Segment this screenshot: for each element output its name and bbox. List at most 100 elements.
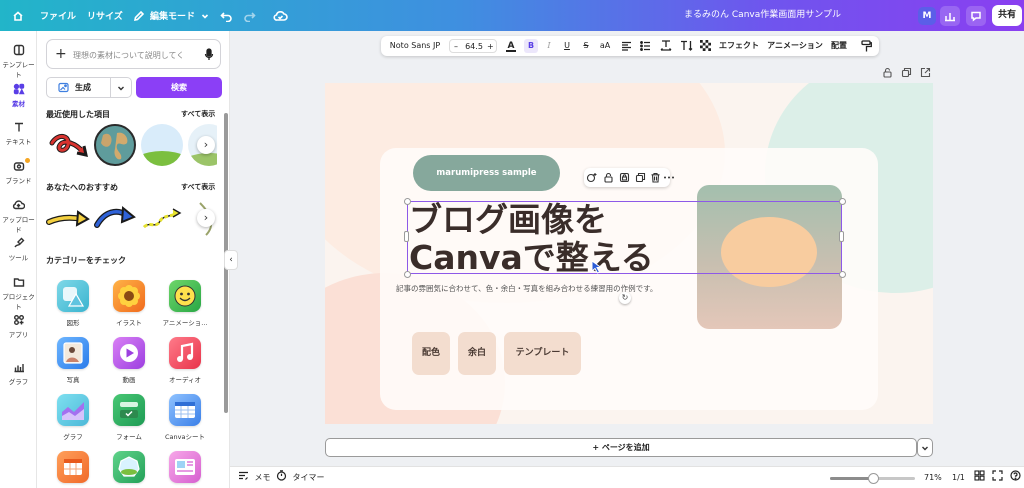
category-animations[interactable]: アニメーショ... <box>155 280 215 327</box>
more-options-icon[interactable] <box>663 172 675 183</box>
zoom-slider[interactable] <box>830 473 915 484</box>
red-arrow-sticker[interactable] <box>46 125 90 165</box>
home-button[interactable] <box>12 0 24 31</box>
notes-button[interactable]: メモ <box>238 467 271 488</box>
tag-color[interactable]: 配色 <box>412 332 450 375</box>
design-canvas[interactable]: marumipress sample ブログ画像を Canvaで整える 記事の雰… <box>325 83 933 424</box>
rotate-handle[interactable]: ↻ <box>619 292 631 304</box>
lock-page-icon[interactable] <box>882 67 893 78</box>
magic-sparkle-icon[interactable] <box>586 172 597 183</box>
add-page-dropdown[interactable] <box>917 438 933 457</box>
edit-mode-button[interactable]: 編集モード <box>133 0 210 31</box>
rail-item-apps[interactable]: アプリ <box>0 314 37 339</box>
resize-handle-right[interactable] <box>839 231 844 242</box>
animation-button[interactable]: アニメーション <box>767 36 823 56</box>
cloud-save-button[interactable] <box>273 0 288 31</box>
position-button[interactable]: 配置 <box>830 36 848 56</box>
italic-toggle[interactable]: I <box>543 36 555 56</box>
grid-view-button[interactable] <box>974 467 985 488</box>
rail-item-tools[interactable]: ツール <box>0 237 37 262</box>
category-charts[interactable]: グラフ <box>43 394 103 441</box>
tag-spacing[interactable]: 余白 <box>458 332 496 375</box>
share-button[interactable]: 共有 <box>992 5 1022 26</box>
trash-icon[interactable] <box>650 172 661 183</box>
user-avatar[interactable]: M <box>918 7 936 25</box>
undo-button[interactable] <box>220 0 233 31</box>
rail-item-templates[interactable]: テンプレート <box>0 44 37 79</box>
category-mockups[interactable] <box>155 451 215 488</box>
group-lock-icon[interactable] <box>619 172 630 183</box>
rail-item-brand[interactable]: ブランド <box>0 158 37 185</box>
transparency-button[interactable] <box>699 36 711 56</box>
category-audio[interactable]: オーディオ <box>155 337 215 384</box>
spacing-button[interactable] <box>660 36 672 56</box>
vertical-text-button[interactable] <box>679 36 693 56</box>
marumipress-pill[interactable]: marumipress sample <box>413 155 560 191</box>
list-button[interactable] <box>639 36 651 56</box>
case-toggle[interactable]: aA <box>598 36 612 56</box>
effects-button[interactable]: エフェクト <box>719 36 759 56</box>
recommend-next-arrow[interactable]: › <box>197 209 215 227</box>
category-forms[interactable]: フォーム <box>99 394 159 441</box>
insights-button[interactable] <box>940 6 960 26</box>
file-menu-button[interactable]: ファイル <box>40 0 76 31</box>
category-shapes[interactable]: 図形 <box>43 280 103 327</box>
element-search-box[interactable]: + 理想の素材について説明してく <box>46 39 221 69</box>
strikethrough-toggle[interactable]: S <box>580 36 592 56</box>
bold-toggle[interactable]: B <box>524 39 538 53</box>
duplicate-page-icon[interactable] <box>901 67 912 78</box>
rail-item-projects[interactable]: プロジェクト <box>0 276 37 311</box>
duplicate-icon[interactable] <box>635 172 646 183</box>
microphone-icon[interactable] <box>204 48 214 61</box>
yellow-doodle-arrow-sticker[interactable] <box>140 203 184 233</box>
text-color-button[interactable]: A <box>505 36 517 56</box>
green-hill-sky-image[interactable] <box>140 123 184 167</box>
font-size-increase[interactable]: + <box>487 40 494 54</box>
zoom-percent[interactable]: 71% <box>924 467 942 488</box>
font-size-value[interactable]: 64.5 <box>464 40 484 54</box>
resize-handle-bottom-right[interactable] <box>839 271 846 278</box>
rail-item-charts[interactable]: グラフ <box>0 361 37 386</box>
recent-next-arrow[interactable]: › <box>197 136 215 154</box>
tag-template[interactable]: テンプレート <box>504 332 581 375</box>
collapse-panel-button[interactable]: ‹ <box>224 250 238 270</box>
align-button[interactable] <box>620 36 632 56</box>
recommend-see-all-link[interactable]: すべて表示 <box>181 182 215 192</box>
yellow-arrow-sticker[interactable] <box>46 205 90 235</box>
recent-see-all-link[interactable]: すべて表示 <box>181 109 215 119</box>
font-size-decrease[interactable]: – <box>454 40 458 54</box>
category-illustrations[interactable]: イラスト <box>99 280 159 327</box>
category-canva-sheets[interactable]: Canvaシート <box>155 394 215 441</box>
resize-handle-left[interactable] <box>404 231 409 242</box>
document-title[interactable]: まるみのん Canva作業画面用サンプル <box>640 0 885 31</box>
resize-handle-top-right[interactable] <box>839 198 846 205</box>
blue-arrow-sticker[interactable] <box>93 203 137 233</box>
zoom-slider-handle[interactable] <box>867 473 879 484</box>
resize-button[interactable]: リサイズ <box>87 0 123 31</box>
copy-style-button[interactable] <box>859 36 873 56</box>
category-photos[interactable]: 写真 <box>43 337 103 384</box>
underline-toggle[interactable]: U <box>561 36 573 56</box>
page-indicator[interactable]: 1/1 <box>952 467 965 488</box>
generate-button[interactable]: 生成 <box>46 77 111 98</box>
font-size-stepper[interactable]: – 64.5 + <box>449 39 497 53</box>
plus-icon[interactable]: + <box>55 47 67 61</box>
font-family-select[interactable]: Noto Sans JP <box>386 36 444 56</box>
rail-item-uploads[interactable]: アップロード <box>0 199 37 234</box>
redo-button[interactable] <box>243 0 256 31</box>
category-tables[interactable] <box>43 451 103 488</box>
search-input[interactable]: 理想の素材について説明してく <box>73 50 191 61</box>
generate-options-dropdown[interactable] <box>110 77 132 98</box>
category-frames[interactable] <box>99 451 159 488</box>
fullscreen-button[interactable] <box>992 467 1003 488</box>
category-videos[interactable]: 動画 <box>99 337 159 384</box>
resize-handle-top-left[interactable] <box>404 198 411 205</box>
help-button[interactable] <box>1010 467 1021 488</box>
add-page-arrow-icon[interactable] <box>920 67 931 78</box>
timer-button[interactable]: タイマー <box>276 467 325 488</box>
search-button[interactable]: 検索 <box>136 77 222 98</box>
description-text[interactable]: 記事の雰囲気に合わせて、色・余白・写真を組み合わせる練習用の作例です。 <box>396 283 657 294</box>
unlock-icon[interactable] <box>603 172 614 183</box>
resize-handle-bottom-left[interactable] <box>404 271 411 278</box>
rail-item-elements[interactable]: 素材 <box>0 83 37 108</box>
